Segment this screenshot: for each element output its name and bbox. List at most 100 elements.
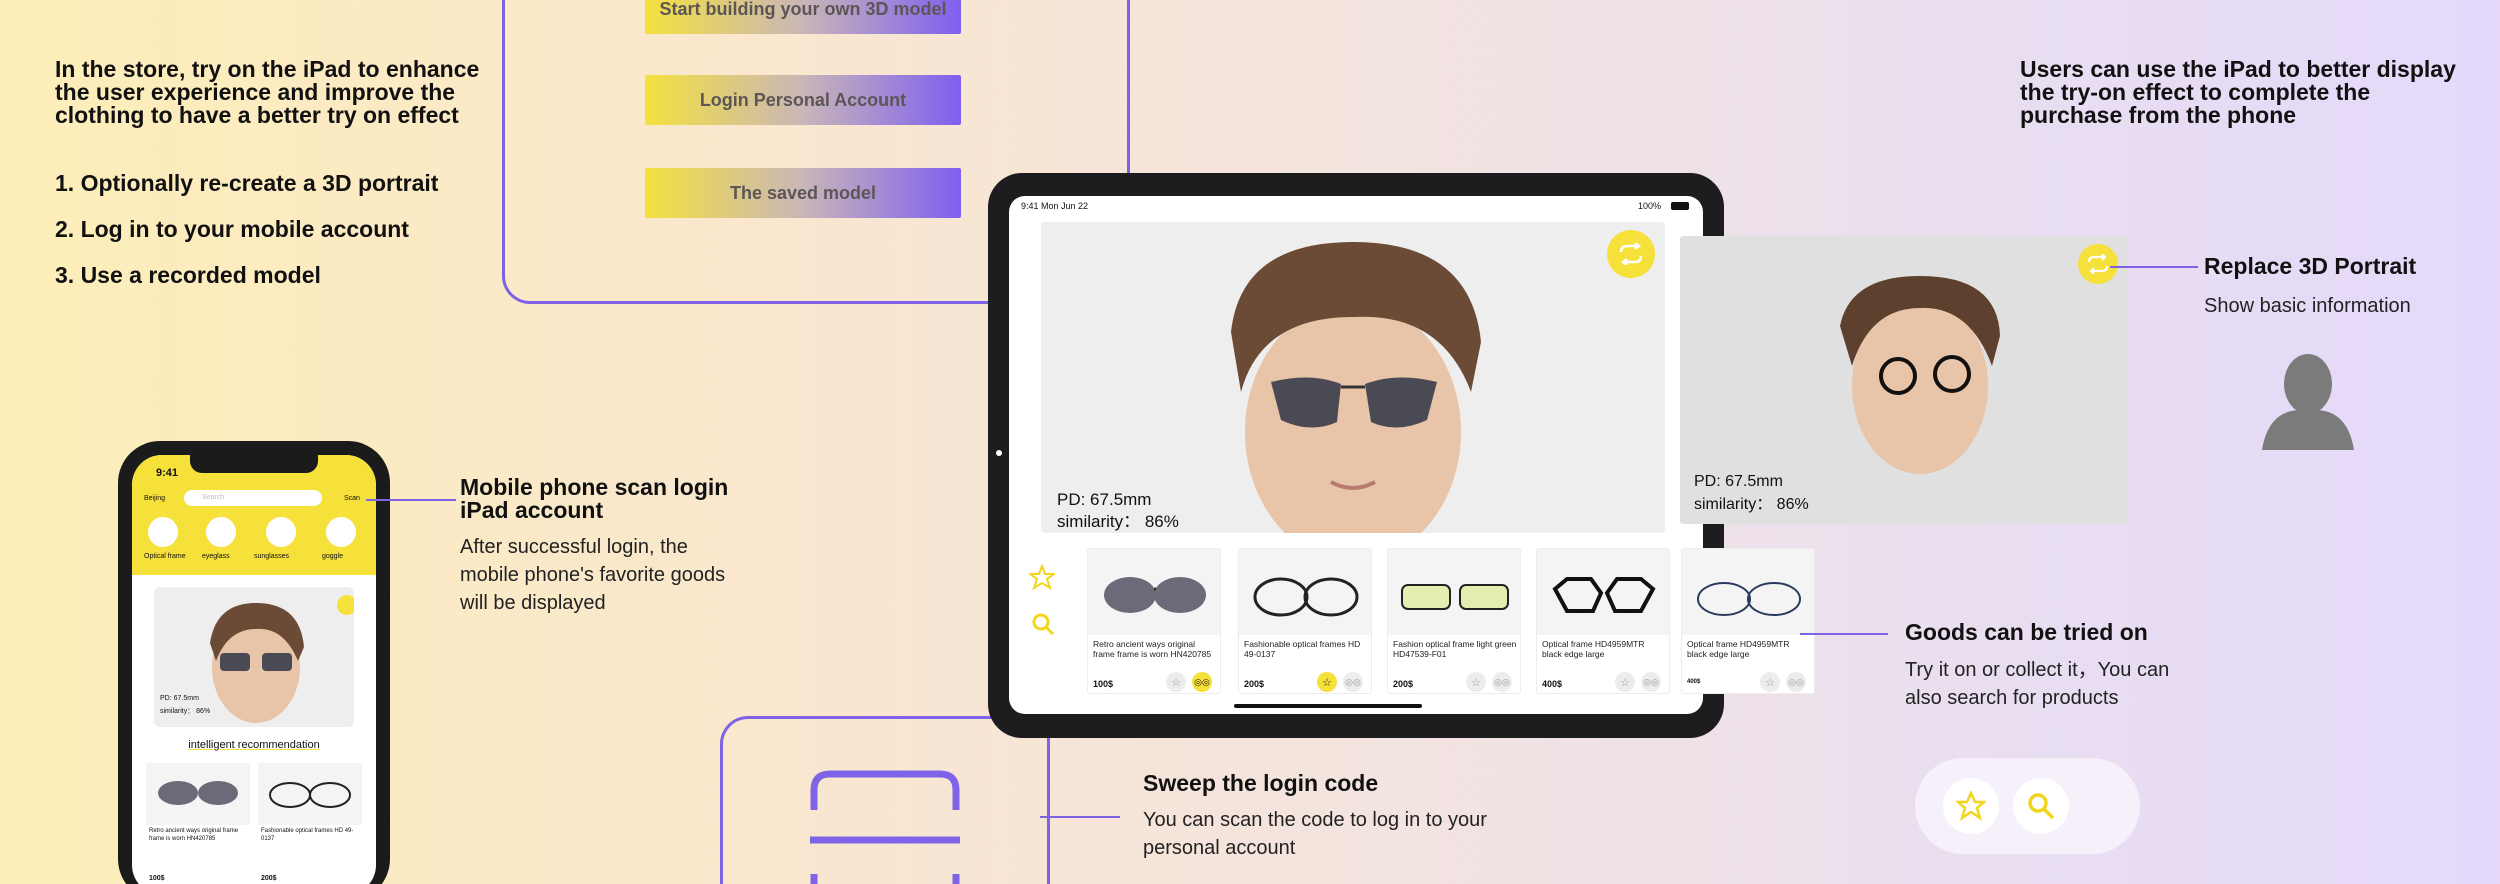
phone-product-image [146, 763, 250, 825]
intro-title: In the store, try on the iPad to enhance… [55, 56, 480, 128]
product-tryon-icon[interactable]: ◎◎ [1492, 672, 1512, 692]
build-3d-model-button[interactable]: Start building your own 3D model [645, 0, 961, 34]
search-icon [2028, 793, 2055, 820]
tool-pill [1915, 758, 2140, 854]
connector-sweep [1040, 816, 1120, 818]
product-name: Optical frame HD4959MTR black edge large [1542, 639, 1645, 659]
sweep-title: Sweep the login code [1143, 770, 1379, 796]
phone-product-price: 200$ [261, 875, 277, 882]
product-image [1239, 549, 1371, 635]
category-label: Optical frame [144, 553, 186, 560]
intro-step-1: 1. Optionally re-create a 3D portrait [55, 170, 439, 196]
product-card[interactable]: Optical frame HD4959MTR black edge large… [1681, 548, 1815, 694]
product-name: Fashion optical frame light green HD4753… [1393, 639, 1517, 659]
phone-portrait: PD: 67.5mm similarity： 86% [154, 587, 354, 727]
product-image [1537, 549, 1669, 635]
product-price: 200$ [1393, 679, 1414, 689]
product-favorite-icon[interactable]: ☆ [1466, 672, 1486, 692]
category-icon[interactable] [148, 517, 178, 547]
category-label: goggle [322, 553, 344, 560]
product-price: 400$ [1542, 679, 1563, 689]
goods-title: Goods can be tried on [1905, 619, 2148, 645]
category-icon[interactable] [266, 517, 296, 547]
phone-product-name: Retro ancient ways original frame frame … [149, 828, 239, 842]
product-name: Retro ancient ways original frame frame … [1093, 639, 1212, 659]
main-pd-value: PD: 67.5mm [1057, 490, 1152, 509]
favorite-star-icon[interactable] [1029, 564, 1055, 590]
saved-model-button[interactable]: The saved model [645, 168, 961, 218]
product-card[interactable]: Optical frame HD4959MTR black edge large… [1536, 548, 1670, 694]
star-icon [1956, 791, 1986, 821]
goods-subtitle: Try it on or collect it，You can also sea… [1905, 659, 2170, 709]
side-replace-portrait-button[interactable] [2078, 244, 2118, 284]
intro-step-3: 3. Use a recorded model [55, 262, 321, 288]
user-avatar-icon [2262, 354, 2354, 450]
ipad-camera-dot [996, 450, 1002, 456]
product-card[interactable]: Retro ancient ways original frame frame … [1087, 548, 1221, 694]
phone-recommendation-heading: intelligent recommendation [188, 739, 320, 751]
phone-swap-icon[interactable] [337, 595, 354, 615]
product-card[interactable]: Fashionable optical frames HD 49-0137 20… [1238, 548, 1372, 694]
category-label: sunglasses [254, 553, 290, 560]
main-portrait: PD: 67.5mm similarity： 86% [1041, 222, 1665, 533]
login-account-button[interactable]: Login Personal Account [645, 75, 961, 125]
phone-product-name: Fashionable optical frames HD 49-0137 [261, 828, 354, 842]
tool-column [1021, 558, 1061, 668]
swap-icon [1619, 243, 1643, 265]
main-similarity-value: similarity： 86% [1057, 512, 1179, 531]
side-similarity-value: similarity： 86% [1694, 496, 1809, 513]
product-tryon-icon[interactable]: ◎◎ [1641, 672, 1661, 692]
replace-portrait-title: Replace 3D Portrait [2204, 253, 2417, 279]
phone-notch [190, 455, 318, 473]
product-name: Fashionable optical frames HD 49-0137 [1244, 639, 1361, 659]
portrait-head-image [1231, 242, 1481, 533]
search-icon[interactable] [1031, 612, 1055, 636]
product-image [1388, 549, 1520, 635]
phone-category-row [142, 517, 372, 557]
category-label: eyeglass [202, 553, 230, 560]
ipad-screen: 9:41 Mon Jun 22 100% PD: 67.5mm similari… [1009, 196, 1703, 714]
connector-replace [2110, 266, 2198, 268]
product-name: Optical frame HD4959MTR black edge large [1687, 639, 1790, 659]
phone-scan-label[interactable]: Scan [344, 495, 360, 502]
side-portrait: PD: 67.5mm similarity： 86% [1680, 236, 2128, 524]
phone-product-card[interactable]: Fashionable optical frames HD 49-0137 20… [258, 763, 362, 884]
side-pd-value: PD: 67.5mm [1694, 473, 1783, 490]
phone-search-input[interactable]: Search [184, 490, 322, 506]
right-intro-text: Users can use the iPad to better display… [2020, 56, 2456, 128]
phone-pd: PD: 67.5mm [160, 695, 199, 702]
product-tryon-icon[interactable]: ◎◎ [1192, 672, 1212, 692]
sweep-subtitle: You can scan the code to log in to your … [1143, 809, 1487, 859]
scan-code-icon [810, 770, 960, 884]
pill-favorite-button[interactable] [1943, 778, 1999, 834]
phone-product-card[interactable]: Retro ancient ways original frame frame … [146, 763, 250, 884]
connector-goods [1800, 633, 1888, 635]
phone-screen: 9:41 Beijing Search Scan Optical frame e… [132, 455, 376, 884]
product-favorite-icon[interactable]: ☆ [1760, 672, 1780, 692]
category-icon[interactable] [326, 517, 356, 547]
scan-login-subtitle: After successful login, the mobile phone… [460, 536, 726, 614]
phone-product-image [258, 763, 362, 825]
product-favorite-icon[interactable]: ☆ [1166, 672, 1186, 692]
phone-time: 9:41 [156, 467, 179, 479]
replace-portrait-subtitle: Show basic information [2204, 295, 2411, 317]
product-tryon-icon[interactable]: ◎◎ [1786, 672, 1806, 692]
replace-portrait-button[interactable] [1607, 230, 1655, 278]
category-icon[interactable] [206, 517, 236, 547]
product-card[interactable]: Fashion optical frame light green HD4753… [1387, 548, 1521, 694]
phone-location[interactable]: Beijing [144, 495, 165, 502]
product-favorite-icon[interactable]: ☆ [1615, 672, 1635, 692]
product-tryon-icon[interactable]: ◎◎ [1343, 672, 1363, 692]
product-price: 400$ [1687, 679, 1701, 685]
swap-icon [2087, 254, 2109, 274]
product-image [1682, 549, 1814, 635]
product-image [1088, 549, 1220, 635]
ipad-status-battery: 100% [1637, 201, 1661, 211]
connector-scan [366, 499, 456, 501]
intro-step-2: 2. Log in to your mobile account [55, 216, 409, 242]
product-favorite-icon[interactable]: ☆ [1317, 672, 1337, 692]
phone-similarity: similarity： 86% [160, 708, 211, 715]
phone-product-price: 100$ [149, 875, 165, 882]
pill-search-button[interactable] [2013, 778, 2069, 834]
ipad-home-indicator [1234, 704, 1422, 708]
